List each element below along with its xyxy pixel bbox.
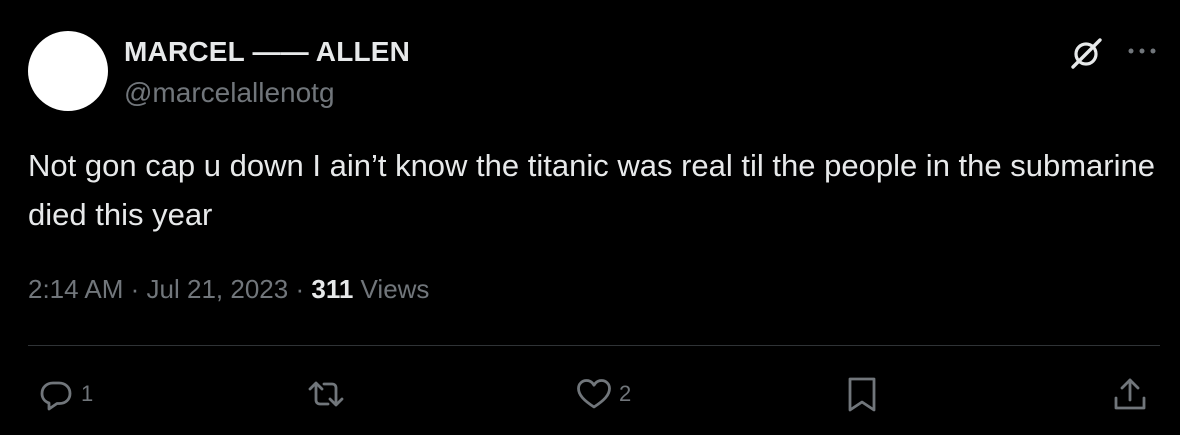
share-button[interactable] xyxy=(1110,372,1150,416)
author-handle[interactable]: @marcelallenotg xyxy=(124,77,335,109)
views-count: 311 xyxy=(311,274,354,304)
grok-icon[interactable] xyxy=(1067,33,1107,73)
reply-icon xyxy=(36,374,76,414)
reply-button[interactable]: 1 xyxy=(36,372,93,416)
share-icon xyxy=(1110,374,1150,414)
like-icon xyxy=(574,374,614,414)
tweet-text: Not gon cap u down I ain’t know the tita… xyxy=(28,148,1155,232)
tweet-date[interactable]: Jul 21, 2023 xyxy=(147,274,289,304)
meta-separator: · xyxy=(295,274,305,304)
tweet-time[interactable]: 2:14 AM xyxy=(28,274,123,304)
like-button[interactable]: 2 xyxy=(574,372,631,416)
views-label: Views xyxy=(360,274,430,304)
like-count: 2 xyxy=(619,381,632,406)
tweet-card: MARCEL —— ALLEN @marcelallenotg Not gon … xyxy=(0,0,1180,435)
divider xyxy=(28,345,1160,346)
more-icon[interactable] xyxy=(1122,34,1162,70)
bookmark-icon xyxy=(842,374,882,414)
retweet-button[interactable] xyxy=(306,372,346,416)
bookmark-button[interactable] xyxy=(842,372,882,416)
meta-separator: · xyxy=(130,274,140,304)
reply-count: 1 xyxy=(81,381,94,406)
tweet-metadata: 2:14 AM · Jul 21, 2023 · 311 Views xyxy=(28,274,429,305)
author-display-name[interactable]: MARCEL —— ALLEN xyxy=(124,36,410,68)
retweet-icon xyxy=(306,374,346,414)
avatar[interactable] xyxy=(28,31,108,111)
